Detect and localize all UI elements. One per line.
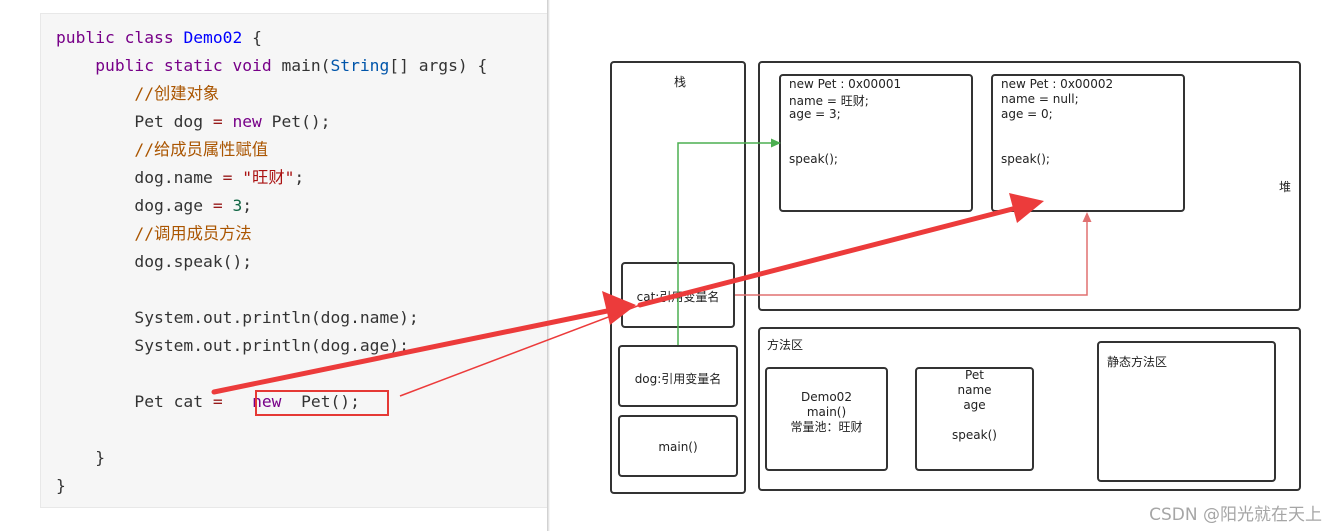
heap-title: 堆: [1279, 180, 1292, 194]
code-token: main(: [281, 56, 331, 75]
code-token: =: [212, 392, 243, 411]
obj1-header: new Pet : 0x00001: [789, 77, 902, 91]
code-line: dog.speak();: [56, 248, 487, 276]
code-token: Pet dog: [56, 112, 213, 131]
code-token: {: [242, 28, 262, 47]
obj2-method: speak();: [1001, 152, 1050, 166]
code-token: }: [56, 448, 106, 467]
code-token: System.out.println(dog.name);: [56, 308, 419, 327]
code-token: public static void: [56, 56, 282, 75]
code-token: //给成员属性赋值: [56, 140, 268, 159]
code-token: =: [222, 168, 243, 187]
code-token: Demo02: [183, 28, 243, 47]
pet-class-label: Pet name age speak(): [952, 368, 997, 442]
code-block: public class Demo02 { public static void…: [56, 24, 487, 500]
code-token: String: [330, 56, 390, 75]
method-area-title: 方法区: [767, 338, 804, 352]
code-line: //调用成员方法: [56, 220, 487, 248]
cat-ref-label: cat:引用变量名: [636, 290, 720, 304]
code-line: public static void main(String[] args) {: [56, 52, 487, 80]
code-token: dog.name: [56, 168, 223, 187]
code-line: public class Demo02 {: [56, 24, 487, 52]
code-token: [] args) {: [389, 56, 488, 75]
new-pet-highlight: [255, 390, 389, 416]
code-token: dog.age: [56, 196, 213, 215]
dog-ref-label: dog:引用变量名: [634, 372, 722, 386]
demo02-class-label: Demo02 main() 常量池：旺财: [790, 390, 863, 434]
code-line: System.out.println(dog.name);: [56, 304, 487, 332]
code-token: "旺财": [242, 168, 295, 187]
code-line: Pet dog = new Pet();: [56, 108, 487, 136]
code-token: =: [212, 196, 233, 215]
code-line: //给成员属性赋值: [56, 136, 487, 164]
code-line: System.out.println(dog.age);: [56, 332, 487, 360]
code-token: Pet();: [271, 112, 331, 131]
code-token: ;: [294, 168, 305, 187]
code-token: //调用成员方法: [56, 224, 252, 243]
code-line: }: [56, 444, 487, 472]
code-line: //创建对象: [56, 80, 487, 108]
panel-divider: [547, 0, 550, 531]
code-token: Pet cat: [56, 392, 213, 411]
obj2-age: age = 0;: [1001, 107, 1053, 121]
code-token: ;: [242, 196, 253, 215]
code-token: System.out.println(dog.age);: [56, 336, 409, 355]
stack-title: 栈: [673, 75, 686, 89]
code-token: }: [56, 476, 66, 495]
code-token: 3: [232, 196, 243, 215]
code-token: //创建对象: [56, 84, 220, 103]
code-line: dog.age = 3;: [56, 192, 487, 220]
code-token: dog.speak();: [56, 252, 253, 271]
code-token: new: [232, 112, 272, 131]
obj1-age: age = 3;: [789, 107, 841, 121]
obj1-method: speak();: [789, 152, 838, 166]
code-token: public class: [56, 28, 184, 47]
obj2-header: new Pet : 0x00002: [1001, 77, 1114, 91]
static-method-area-label: 静态方法区: [1107, 355, 1168, 369]
main-frame-label: main(): [658, 440, 698, 454]
code-line: }: [56, 472, 487, 500]
code-token: =: [212, 112, 233, 131]
csdn-watermark: CSDN @阳光就在天上: [1149, 505, 1322, 525]
code-line: dog.name = "旺财";: [56, 164, 487, 192]
obj2-name: name = null;: [1001, 92, 1079, 106]
